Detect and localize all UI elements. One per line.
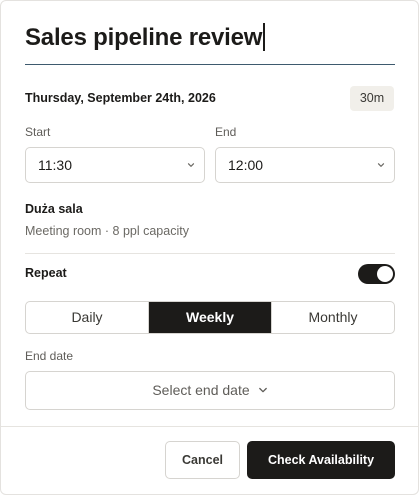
duration-badge: 30m bbox=[350, 86, 394, 111]
divider bbox=[25, 253, 395, 254]
start-time-value: 11:30 bbox=[38, 157, 72, 173]
event-dialog: Sales pipeline review Thursday, Septembe… bbox=[0, 0, 419, 495]
cancel-button[interactable]: Cancel bbox=[165, 441, 240, 479]
room-description: Meeting room · 8 ppl capacity bbox=[25, 224, 189, 238]
end-date-picker[interactable]: Select end date bbox=[25, 371, 395, 410]
repeat-option-daily[interactable]: Daily bbox=[26, 302, 149, 333]
room-name: Duża sala bbox=[25, 202, 83, 216]
end-time-select[interactable]: 12:00 bbox=[215, 147, 395, 183]
end-time-value: 12:00 bbox=[228, 157, 264, 173]
repeat-option-monthly[interactable]: Monthly bbox=[272, 302, 394, 333]
event-title-input[interactable]: Sales pipeline review bbox=[25, 21, 262, 55]
chevron-down-icon bbox=[258, 387, 267, 393]
start-label: Start bbox=[25, 125, 51, 139]
end-date-label: End date bbox=[25, 349, 74, 363]
chevron-down-icon bbox=[377, 163, 385, 167]
check-availability-button[interactable]: Check Availability bbox=[247, 441, 395, 479]
repeat-toggle[interactable] bbox=[358, 264, 395, 284]
end-date-placeholder: Select end date bbox=[152, 382, 250, 398]
toggle-knob bbox=[377, 266, 393, 282]
repeat-option-weekly[interactable]: Weekly bbox=[149, 302, 272, 333]
text-caret bbox=[263, 23, 265, 51]
dialog-footer: Cancel Check Availability bbox=[1, 426, 418, 494]
repeat-label: Repeat bbox=[25, 266, 67, 280]
end-label: End bbox=[215, 125, 237, 139]
start-time-select[interactable]: 11:30 bbox=[25, 147, 205, 183]
repeat-frequency-selector: Daily Weekly Monthly bbox=[25, 301, 395, 334]
title-field[interactable]: Sales pipeline review bbox=[25, 21, 395, 65]
chevron-down-icon bbox=[187, 163, 195, 167]
event-date: Thursday, September 24th, 2026 bbox=[25, 91, 216, 105]
